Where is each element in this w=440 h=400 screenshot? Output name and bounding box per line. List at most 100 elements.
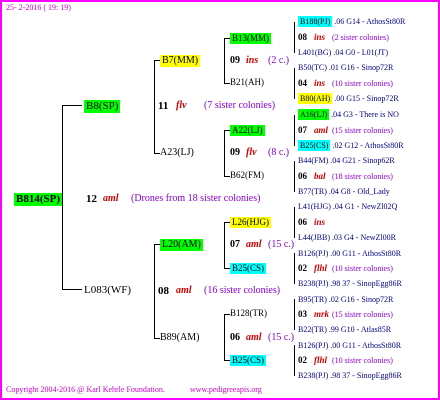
grandparent-queen[interactable]: A23(LJ) xyxy=(160,148,194,158)
great-ancestor-queen[interactable]: L41(HJG) xyxy=(298,202,331,211)
drone-count: 04 xyxy=(298,78,307,88)
connector-root xyxy=(62,105,63,289)
great-ancestor-queen[interactable]: B77(TR) xyxy=(298,187,327,196)
grandparent-queen[interactable]: B89(AM) xyxy=(160,333,199,343)
root-queen[interactable]: B814(SP) xyxy=(14,193,62,206)
drone-race: aml xyxy=(314,125,329,135)
gen4-value: .00 xyxy=(330,341,341,350)
gen4-row: B126(PJ) .00 G11 - AthosSt80R xyxy=(298,342,401,350)
gen4-row: A16(LJ) .04 G3 - There is NO xyxy=(298,109,399,120)
drone-race: ins xyxy=(314,217,326,227)
gen4-lineage: 37 - SinopEgg86R xyxy=(342,279,402,288)
gen4-value: .04 xyxy=(331,110,342,119)
great-ancestor-queen[interactable]: B25(CS) xyxy=(298,140,331,151)
ancestor-queen[interactable]: B25(CS) xyxy=(230,355,267,366)
gen4-lineage: G14 - AthosSt80R xyxy=(346,17,406,26)
great-ancestor-queen[interactable]: B188(PJ) xyxy=(298,16,333,27)
drone-note: (2 sister colonies) xyxy=(332,33,389,42)
drone-race: mrk xyxy=(314,309,330,319)
connector xyxy=(294,253,295,284)
gen4-lineage: 37 - SinopEgg86R xyxy=(342,371,402,380)
great-ancestor-queen[interactable]: B80(AH) xyxy=(298,93,333,104)
connector xyxy=(154,60,155,153)
great-ancestor-queen[interactable]: B44(FM) xyxy=(298,156,328,165)
connector xyxy=(224,222,225,268)
gen4-row: B25(CS) .02 G12 - AthosSt80R xyxy=(298,140,404,151)
drone-race: aml xyxy=(246,239,262,250)
site-url[interactable]: www.pedigreeapis.org xyxy=(190,386,262,394)
gen4-value: .00 xyxy=(330,249,341,258)
copyright-text: Copyright 2004-2016 @ Karl Kehrle Founda… xyxy=(6,385,165,394)
ancestor-queen[interactable]: L26(HJG) xyxy=(230,217,271,228)
great-ancestor-queen[interactable]: A16(LJ) xyxy=(298,109,330,120)
gen4-value: .04 xyxy=(333,48,344,57)
connector xyxy=(294,207,295,238)
drone-note: (8 c.) xyxy=(268,147,290,158)
drone-race: aml xyxy=(176,285,192,296)
gen4-row: B77(TR) .04 G8 - Old_Lady xyxy=(298,188,390,196)
gen4-value: .98 xyxy=(330,279,341,288)
gen4-lineage: G11 - AthosSt80R xyxy=(342,249,402,258)
connector xyxy=(224,314,225,360)
great-ancestor-queen[interactable]: B95(TR) xyxy=(298,295,327,304)
great-ancestor-queen[interactable]: B22(TR) xyxy=(298,325,327,334)
connector xyxy=(294,115,295,146)
grandparent-queen[interactable]: B7(MM) xyxy=(160,55,201,67)
drone-count: 09 xyxy=(230,147,240,158)
drone-note: (15 sister colonies) xyxy=(332,126,393,135)
great-ancestor-queen[interactable]: B238(PJ) xyxy=(298,279,328,288)
root-drone-note: (Drones from 18 sister colonies) xyxy=(131,193,261,204)
great-ancestor-queen[interactable]: B126(PJ) xyxy=(298,341,328,350)
ancestor-queen[interactable]: A22(LJ) xyxy=(230,125,265,136)
connector xyxy=(294,68,295,99)
gen4-row: B95(TR) .02 G16 - Sinop72R xyxy=(298,296,393,304)
drone-note: (15 sister colonies) xyxy=(332,310,393,319)
great-ancestor-queen[interactable]: L44(JBB) xyxy=(298,233,330,242)
connector xyxy=(62,105,82,106)
great-ancestor-queen[interactable]: B238(PJ) xyxy=(298,371,328,380)
drone-note: (10 sister colonies) xyxy=(332,264,393,273)
gen4-lineage: G15 - Sinop72R xyxy=(346,94,399,103)
gen4-lineage: G12 - AthosSt80R xyxy=(344,141,404,150)
drone-race: flhl xyxy=(314,263,328,273)
parent-queen[interactable]: L083(WF) xyxy=(84,285,131,296)
drone-race: ins xyxy=(314,32,326,42)
great-ancestor-queen[interactable]: B126(PJ) xyxy=(298,249,328,258)
gen4-row: L44(JBB) .03 G4 - NewZl00R xyxy=(298,234,396,242)
parent-queen[interactable]: B8(SP) xyxy=(84,100,121,113)
great-ancestor-queen[interactable]: B50(TC) xyxy=(298,63,327,72)
drone-count: 02 xyxy=(298,263,307,273)
ancestor-queen[interactable]: B128(TR) xyxy=(230,309,267,318)
drone-count: 08 xyxy=(158,285,169,297)
drone-count: 03 xyxy=(298,309,307,319)
gen4-value: .04 xyxy=(332,202,343,211)
drone-race: flv xyxy=(246,147,257,158)
drone-count: 06 xyxy=(230,332,240,343)
gen4-value: .02 xyxy=(332,141,343,150)
drone-race: flv xyxy=(176,100,187,111)
report-date: 25- 2-2016 ( 19: 19) xyxy=(6,3,71,12)
great-ancestor-queen[interactable]: L401(BG) xyxy=(298,48,331,57)
drone-race: ins xyxy=(246,55,259,66)
ancestor-queen[interactable]: B62(FM) xyxy=(230,171,264,180)
gen4-row: B126(PJ) .00 G11 - AthosSt80R xyxy=(298,250,401,258)
ancestor-queen[interactable]: B25(CS) xyxy=(230,263,267,274)
gen4-lineage: G16 - Sinop72R xyxy=(340,295,394,304)
gen4-value: .00 xyxy=(334,94,345,103)
gen4-lineage: G1 - NewZl02Q xyxy=(344,202,398,211)
gen4-value: .02 xyxy=(328,295,339,304)
gen4-row: L41(HJG) .04 G1 - NewZl02Q xyxy=(298,203,397,211)
ancestor-queen[interactable]: B21(AH) xyxy=(230,78,264,87)
connector xyxy=(224,38,225,83)
ancestor-queen[interactable]: B13(MM) xyxy=(230,33,272,44)
connector xyxy=(294,345,295,376)
drone-count: 08 xyxy=(298,32,307,42)
drone-note: (7 sister colonies) xyxy=(204,100,276,111)
drone-count: 07 xyxy=(230,239,240,250)
drone-note: (2 c.) xyxy=(268,55,290,66)
gen4-row: B80(AH) .00 G15 - Sinop72R xyxy=(298,93,399,104)
gen4-row: B188(PJ) .06 G14 - AthosSt80R xyxy=(298,16,406,27)
grandparent-queen[interactable]: L20(AM) xyxy=(160,239,203,251)
gen4-lineage: G21 - Sinop62R xyxy=(342,156,395,165)
drone-note: (15 c.) xyxy=(268,332,295,343)
